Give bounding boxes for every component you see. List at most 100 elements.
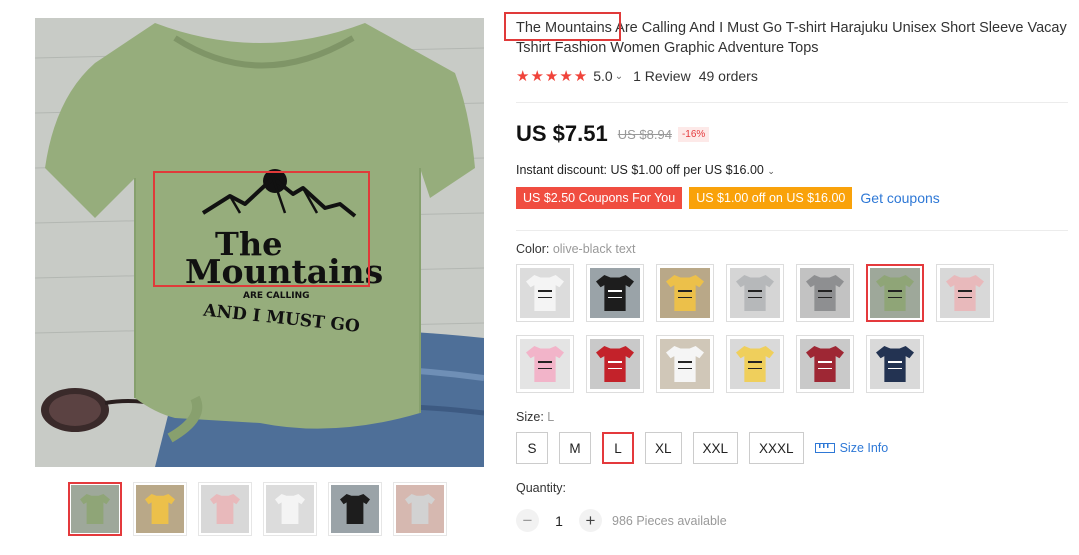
chevron-down-icon[interactable]: ⌄ [767,166,775,176]
size-label-text: Size: [516,410,544,424]
swatch-photo [800,339,850,389]
shirt-print-mark [748,361,762,369]
tshirt-icon [145,494,175,524]
reviews-link[interactable]: 1 Review [633,68,691,84]
color-swatch-navy[interactable] [866,335,924,393]
color-swatch-pink[interactable] [936,264,994,322]
quantity-available: 986 Pieces available [612,513,727,528]
swatch-photo [940,268,990,318]
color-label-text: Color: [516,242,550,256]
size-label: Size: L [516,410,554,424]
color-swatch-grey[interactable] [726,264,784,322]
thumbnail-photo [396,485,444,533]
shirt-print-mark [678,290,692,298]
size-options: S M L XL XXL XXXL Size Info [516,432,888,464]
thumbnail-image[interactable] [133,482,187,536]
swatch-photo [730,339,780,389]
title-line-2: Tshirt Fashion Women Graphic Adventure T… [516,40,819,56]
tshirt-icon [340,494,370,524]
shirt-print-mark [818,290,832,298]
coupons-row: US $2.50 Coupons For You US $1.00 off on… [516,187,940,209]
quantity-label-text: Quantity: [516,481,567,495]
tshirt-photo: The Mountains ARE CALLING AND I MUST GO [35,18,484,467]
shirt-print-mark [958,290,972,298]
coupon-badge-threshold[interactable]: US $1.00 off on US $16.00 [689,187,853,209]
color-swatch-yellow-2[interactable] [726,335,784,393]
shirt-print-mark [818,361,832,369]
color-swatch-dark-grey[interactable] [796,264,854,322]
swatch-photo [870,268,920,318]
swatch-photo [660,268,710,318]
original-price: US $8.94 [617,126,672,142]
orders-count: 49 orders [698,68,758,84]
thumbnail-image[interactable] [263,482,317,536]
tshirt-icon [405,494,435,524]
color-swatch-white[interactable] [516,264,574,322]
thumbnail-photo [201,485,249,533]
color-swatch-red[interactable] [586,335,644,393]
color-swatch-yellow[interactable] [656,264,714,322]
thumbnail-image[interactable] [68,482,122,536]
color-swatch-olive[interactable] [866,264,924,322]
color-swatch-white-2[interactable] [656,335,714,393]
swatch-photo [660,339,710,389]
tshirt-icon [80,494,110,524]
size-option-xxxl[interactable]: XXXL [749,432,804,464]
swatch-photo [520,339,570,389]
get-coupons-link[interactable]: Get coupons [860,190,939,206]
shirt-print-mark [538,361,552,369]
swatch-photo [800,268,850,318]
size-option-xl[interactable]: XL [645,432,682,464]
swatch-photo [870,339,920,389]
size-info-link[interactable]: Size Info [814,441,889,455]
color-label: Color: olive-black text [516,242,636,256]
divider [516,230,1068,231]
size-info-label: Size Info [839,441,889,455]
quantity-stepper: − 1 + 986 Pieces available [516,509,727,532]
swatch-photo [590,339,640,389]
current-price: US $7.51 [516,121,608,146]
shirt-print-mark [678,361,692,369]
quantity-decrease-button[interactable]: − [516,509,539,532]
title-line-1: The Mountains Are Calling And I Must Go … [516,20,1067,36]
swatch-photo [520,268,570,318]
size-option-xxl[interactable]: XXL [692,432,739,464]
main-product-image[interactable]: The Mountains ARE CALLING AND I MUST GO [35,18,484,467]
divider [516,102,1068,103]
color-swatch-light-pink[interactable] [516,335,574,393]
shirt-print-mark [888,361,902,369]
swatch-photo [730,268,780,318]
size-option-m[interactable]: M [559,432,591,464]
thumbnail-image[interactable] [328,482,382,536]
instant-discount-text: Instant discount: US $1.00 off per US $1… [516,163,764,177]
shirt-print-mark [748,290,762,298]
thumbnail-photo [136,485,184,533]
size-option-l[interactable]: L [602,432,634,464]
shirt-print-mark [608,290,622,298]
coupon-badge-store[interactable]: US $2.50 Coupons For You [516,187,683,209]
rating-score[interactable]: 5.0 [593,68,612,84]
product-title: The Mountains Are Calling And I Must Go … [516,18,1072,58]
thumbnail-photo [331,485,379,533]
swatch-photo [590,268,640,318]
rating-row: ★★★★★ 5.0 ⌄ 1 Review 49 orders [516,67,758,85]
shirt-print-mark [608,361,622,369]
instant-discount[interactable]: Instant discount: US $1.00 off per US $1… [516,163,775,177]
color-swatch-burgundy[interactable] [796,335,854,393]
color-swatch-grid [516,264,1006,393]
tshirt-icon [275,494,305,524]
rating-stars-icon: ★★★★★ [516,68,589,85]
thumbnail-image[interactable] [198,482,252,536]
quantity-input[interactable]: 1 [539,513,579,529]
shirt-print-mark [888,290,902,298]
tshirt-icon [210,494,240,524]
size-option-s[interactable]: S [516,432,548,464]
thumbnail-strip [68,482,447,536]
thumbnail-image[interactable] [393,482,447,536]
thumbnail-photo [71,485,119,533]
color-swatch-black[interactable] [586,264,644,322]
shirt-print-mark [538,290,552,298]
quantity-increase-button[interactable]: + [579,509,602,532]
size-selected-value: L [547,410,555,424]
chevron-down-icon[interactable]: ⌄ [615,71,623,82]
